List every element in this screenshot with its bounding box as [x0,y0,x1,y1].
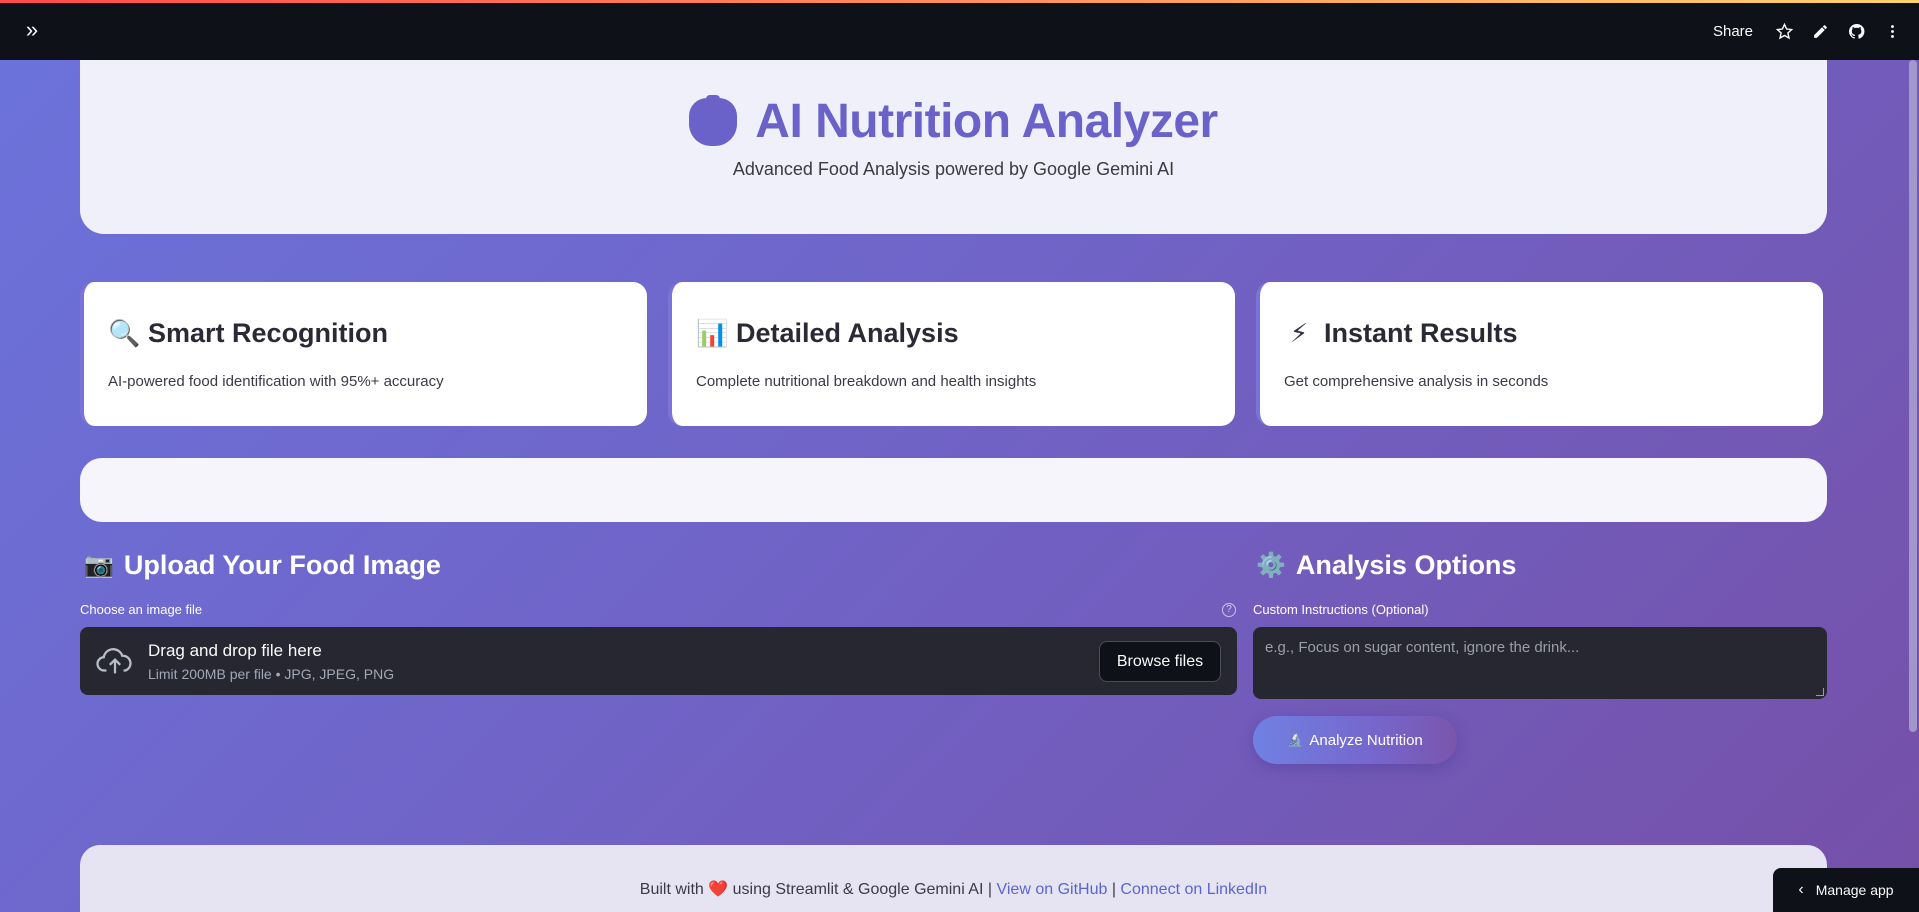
dropzone-instructions: Drag and drop file here [148,641,322,660]
cloud-upload-icon [96,648,132,674]
more-vertical-icon[interactable] [1883,23,1901,41]
apple-icon [689,94,738,146]
custom-instructions-textarea[interactable]: e.g., Focus on sugar content, ignore the… [1253,627,1827,699]
magnifier-icon: 🔍 [108,318,141,348]
feature-card-header: 📊 Detailed Analysis [696,318,1235,349]
analyze-button-label: Analyze Nutrition [1309,731,1423,749]
feature-card-header: ⚡ Instant Results [1284,318,1823,349]
gear-icon: ⚙️ [1256,552,1286,579]
footer-separator: | [1111,881,1116,898]
feature-card-title: Smart Recognition [148,318,389,348]
upload-section-header: 📷 Upload Your Food Image [84,550,441,581]
empty-info-panel [80,458,1827,522]
feature-card-header: 🔍 Smart Recognition [108,318,647,349]
custom-instructions-label: Custom Instructions (Optional) [1253,602,1429,617]
feature-card-title: Detailed Analysis [736,318,959,348]
dropzone-file-limit: Limit 200MB per file • JPG, JPEG, PNG [148,666,395,682]
star-icon[interactable] [1775,23,1793,41]
analyze-nutrition-button[interactable]: 🔬 Analyze Nutrition [1253,716,1457,764]
expand-sidebar-button[interactable]: » [20,19,44,43]
options-section-header: ⚙️ Analysis Options [1256,550,1516,581]
double-chevron-right-icon: » [25,17,39,42]
manage-app-label: Manage app [1815,882,1894,898]
chevron-left-icon: ‹ [1798,881,1804,898]
bar-chart-icon: 📊 [696,318,729,348]
hero-header: AI Nutrition Analyzer Advanced Food Anal… [80,60,1827,234]
file-dropzone[interactable]: Drag and drop file here Limit 200MB per … [80,627,1237,695]
resize-handle[interactable] [1816,688,1824,696]
page-subtitle: Advanced Food Analysis powered by Google… [732,159,1175,179]
page-scrollbar[interactable] [1909,60,1917,732]
help-icon[interactable]: ? [1222,603,1236,617]
feature-card-description: Complete nutritional breakdown and healt… [696,373,1037,390]
linkedin-link[interactable]: Connect on LinkedIn [1120,881,1267,898]
camera-icon: 📷 [84,552,114,579]
github-link[interactable]: View on GitHub [996,881,1107,898]
upload-section-title: Upload Your Food Image [123,550,441,580]
lightning-icon: ⚡ [1289,318,1309,348]
footer-credits: using Streamlit & Google Gemini AI | [732,881,993,898]
page-footer: Built with ❤️ using Streamlit & Google G… [80,845,1827,912]
feature-card-instant-results: ⚡ Instant Results Get comprehensive anal… [1256,282,1823,426]
github-icon[interactable] [1847,23,1865,41]
hero-title-row: AI Nutrition Analyzer [80,94,1827,149]
manage-app-button[interactable]: ‹ Manage app [1773,868,1919,912]
app-toolbar: » Share [0,3,1919,60]
heart-icon: ❤️ [708,881,729,898]
feature-card-title: Instant Results [1324,318,1518,348]
footer-built-with: Built with [639,881,704,898]
textarea-placeholder: e.g., Focus on sugar content, ignore the… [1265,639,1580,656]
edit-pencil-icon[interactable] [1811,23,1829,41]
microscope-icon: 🔬 [1287,732,1304,747]
feature-card-description: AI-powered food identification with 95%+… [108,373,444,390]
page-title: AI Nutrition Analyzer [755,95,1218,148]
feature-card-detailed-analysis: 📊 Detailed Analysis Complete nutritional… [668,282,1235,426]
browse-files-button[interactable]: Browse files [1099,641,1221,682]
options-section-title: Analysis Options [1295,550,1517,580]
toolbar-actions: Share [1713,3,1901,60]
feature-card-description: Get comprehensive analysis in seconds [1284,373,1549,390]
share-button[interactable]: Share [1713,23,1753,40]
file-uploader-label: Choose an image file [80,602,203,617]
feature-card-smart-recognition: 🔍 Smart Recognition AI-powered food iden… [80,282,647,426]
